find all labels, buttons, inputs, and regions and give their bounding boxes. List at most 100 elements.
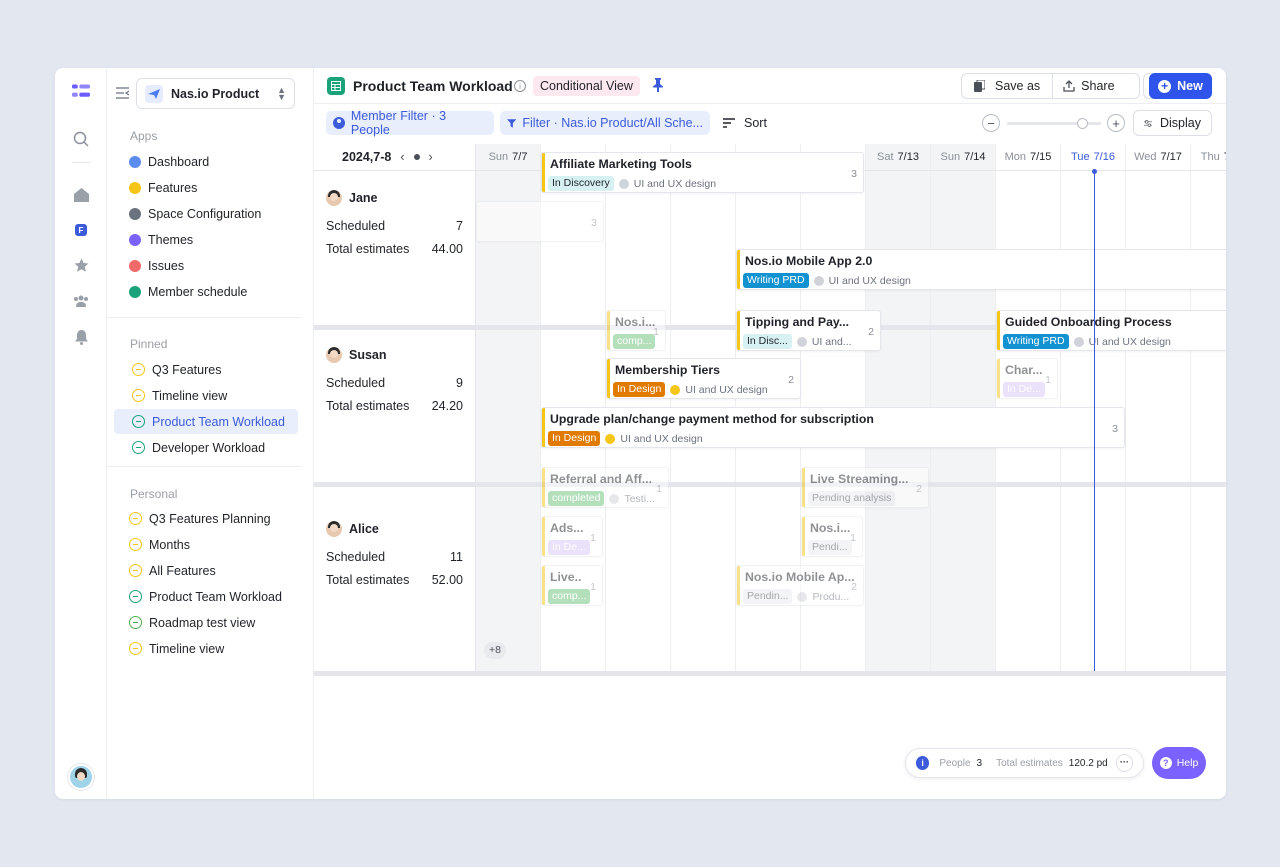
- card-title: Nos.io Mobile App 2.0: [745, 254, 873, 268]
- avatar: [326, 347, 342, 363]
- task-card[interactable]: Referral and Aff... 1 completed Testi...: [541, 467, 669, 508]
- people-label: People: [939, 757, 971, 769]
- task-card[interactable]: Nos.i... 1 comp...: [606, 310, 666, 351]
- sidebar-item-dashboard[interactable]: Dashboard: [114, 149, 298, 174]
- chevron-right-icon[interactable]: ›: [429, 150, 433, 164]
- sidebar-item-q3-features-planning[interactable]: Q3 Features Planning: [114, 506, 298, 531]
- more-tasks-badge[interactable]: +8: [484, 642, 506, 659]
- card-accent: [737, 250, 740, 289]
- task-card[interactable]: Membership Tiers 2 In Design UI and UX desi…: [606, 358, 801, 399]
- sidebar-item-label: Q3 Features Planning: [149, 511, 271, 526]
- person-name-row[interactable]: Susan: [326, 347, 387, 363]
- person-name-row[interactable]: Alice: [326, 521, 379, 537]
- themes-icon: [129, 233, 141, 246]
- sidebar-item-product-team-workload[interactable]: Product Team Workload: [114, 584, 298, 609]
- app-logo-icon[interactable]: [72, 82, 90, 100]
- sidebar-item-months[interactable]: Months: [114, 532, 298, 557]
- task-card[interactable]: Affiliate Marketing Tools 3 In Discovery UI…: [541, 152, 864, 193]
- status-badge: comp...: [548, 589, 591, 604]
- card-team: UI and UX design: [1088, 335, 1171, 348]
- sidebar-item-timeline-view[interactable]: Timeline view: [114, 636, 298, 661]
- collapse-sidebar-icon[interactable]: [116, 87, 130, 102]
- card-team: UI and UX design: [620, 432, 703, 445]
- task-card[interactable]: Nos.i... 1 Pendi...: [801, 516, 863, 557]
- workspace-switcher[interactable]: Nas.io Product ▲ ▼: [136, 78, 295, 109]
- filter-label: Filter · Nas.io Product/All Sche...: [522, 116, 703, 130]
- info-icon[interactable]: i: [514, 80, 526, 92]
- new-button[interactable]: + New: [1149, 73, 1212, 99]
- sidebar-item-space-configuration[interactable]: Space Configuration: [114, 201, 298, 226]
- home-icon[interactable]: [72, 186, 90, 204]
- sidebar-item-all-features[interactable]: All Features: [114, 558, 298, 583]
- display-button[interactable]: Display: [1133, 110, 1212, 136]
- row-separator: [314, 482, 1226, 487]
- task-card[interactable]: Nos.io Mobile Ap... 2 Pendin... Produ...: [736, 565, 864, 606]
- pin-icon[interactable]: [652, 78, 664, 97]
- sidebar-item-member-schedule[interactable]: Member schedule: [114, 279, 298, 304]
- star-icon[interactable]: [72, 256, 90, 274]
- task-card[interactable]: Upgrade plan/change payment method for s…: [541, 407, 1125, 448]
- member-filter-button[interactable]: Member Filter · 3 People: [326, 109, 494, 137]
- task-card[interactable]: Guided Onboarding Process Writing PRD UI a…: [996, 310, 1226, 351]
- card-meta: In De...: [1003, 382, 1045, 397]
- chevron-left-icon[interactable]: ‹: [400, 150, 404, 164]
- share-icon: [1063, 80, 1075, 92]
- day-date: 7/14: [964, 151, 986, 163]
- list-view-icon: [129, 590, 142, 603]
- task-card[interactable]: Ads... 1 In De...: [541, 516, 603, 557]
- status-badge: Pendin...: [743, 589, 793, 604]
- search-icon[interactable]: [72, 130, 90, 148]
- card-accent: [542, 468, 545, 507]
- sidebar-item-label: Features: [148, 180, 198, 195]
- sidebar-item-product-team-workload[interactable]: Product Team Workload: [114, 409, 298, 434]
- status-badge: In Discovery: [548, 176, 614, 191]
- sidebar-item-label: Product Team Workload: [149, 589, 282, 604]
- summary-more-button[interactable]: ···: [1115, 754, 1133, 772]
- task-card[interactable]: Tipping and Pay... 2 In Disc... UI and...: [736, 310, 881, 351]
- zoom-out-button[interactable]: −: [982, 114, 1000, 132]
- card-title: Affiliate Marketing Tools: [550, 157, 692, 171]
- sidebar-item-issues[interactable]: Issues: [114, 253, 298, 278]
- zoom-in-button[interactable]: +: [1107, 114, 1125, 132]
- estimates-row: Total estimates 24.20: [326, 399, 463, 413]
- sidebar-item-timeline-view[interactable]: Timeline view: [114, 383, 298, 408]
- card-team: UI and UX design: [685, 383, 768, 396]
- help-button[interactable]: ? Help: [1152, 747, 1206, 779]
- sidebar-item-developer-workload[interactable]: Developer Workload: [114, 435, 298, 460]
- task-card[interactable]: 3: [476, 201, 604, 242]
- task-card[interactable]: Live Streaming... 2 Pending analysis: [801, 467, 929, 508]
- bell-icon[interactable]: [72, 328, 90, 346]
- task-card[interactable]: Char... 1 In De...: [996, 358, 1058, 399]
- view-badge[interactable]: Conditional View: [533, 76, 640, 96]
- sidebar-item-q3-features[interactable]: Q3 Features: [114, 357, 298, 382]
- person-name-row[interactable]: Jane: [326, 190, 378, 206]
- scheduled-row: Scheduled 7: [326, 219, 463, 233]
- card-team: Produ...: [812, 590, 850, 603]
- person-name: Alice: [349, 522, 379, 536]
- today-dot-icon[interactable]: [413, 154, 420, 160]
- sidebar-item-features[interactable]: Features: [114, 175, 298, 200]
- features-icon[interactable]: F: [72, 221, 90, 239]
- user-avatar[interactable]: [68, 764, 94, 790]
- save-as-button[interactable]: Save as: [962, 74, 1054, 98]
- sort-label: Sort: [744, 116, 767, 130]
- card-accent: [607, 359, 610, 398]
- header-bar: Product Team Workload i Conditional View…: [314, 68, 1226, 104]
- status-badge: In De...: [1003, 382, 1045, 397]
- filter-button[interactable]: Filter · Nas.io Product/All Sche...: [500, 111, 710, 135]
- share-button[interactable]: Share: [1053, 79, 1124, 93]
- row-separator: [314, 671, 1226, 676]
- card-accent: [737, 311, 740, 350]
- zoom-slider-handle[interactable]: [1077, 118, 1088, 129]
- workload-grid: 2024,7-8 ‹ › Sun7/7Mon7/8Tue7/9Wed7/10Th…: [314, 144, 1226, 676]
- sidebar-item-roadmap-test-view[interactable]: Roadmap test view: [114, 610, 298, 635]
- list-view-icon: [132, 363, 145, 376]
- task-card[interactable]: Nos.io Mobile App 2.0 Writing PRD UI and U…: [736, 249, 1226, 290]
- zoom-slider[interactable]: [1007, 118, 1101, 129]
- sidebar-item-themes[interactable]: Themes: [114, 227, 298, 252]
- sort-button[interactable]: Sort: [721, 111, 769, 135]
- team-icon[interactable]: [72, 292, 90, 310]
- people-count: 3: [976, 757, 983, 769]
- month-label: 2024,7-8: [342, 150, 392, 164]
- task-card[interactable]: Live.. 1 comp...: [541, 565, 603, 606]
